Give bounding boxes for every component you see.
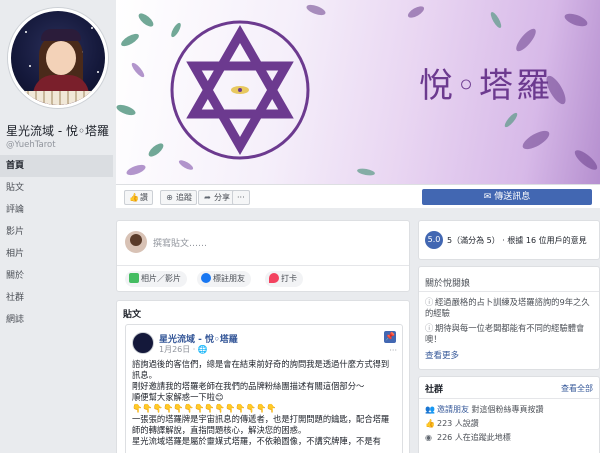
photo-icon [129, 273, 139, 283]
photo-video-button[interactable]: 相片／影片 [125, 271, 187, 287]
post-composer: 撰寫貼文…… 相片／影片 標註朋友 打卡 [116, 220, 410, 292]
likes-count: 223 人說讚 [437, 419, 479, 428]
nav-item-community[interactable]: 社群 [0, 287, 113, 309]
nav-item-blog[interactable]: 網誌 [0, 309, 113, 331]
like-label: 讚 [140, 193, 148, 202]
post-body: 諮詢過後的客信們，總是會在結束前好奇的詢問我是透過什麼方式得到訊息。 剛好邀請我… [132, 359, 396, 447]
composer-avatar [125, 231, 147, 253]
share-icon: ➦ [204, 193, 211, 202]
nav-item-posts[interactable]: 貼文 [0, 177, 113, 199]
post-paragraph: 星光流域塔羅是屬於靈媒式塔羅，不依賴圖像，不講究牌陣，不是有 [132, 436, 381, 446]
check-in-label: 打卡 [281, 274, 297, 283]
see-more-link[interactable]: 查看更多 [425, 349, 459, 361]
post-paragraph: 👇👇👇👇👇👇👇👇👇👇👇👇👇👇 [132, 403, 277, 413]
page-handle[interactable]: @YuehTarot [6, 140, 56, 150]
post-paragraph: 順便幫大家解惑一下啦😊 [132, 392, 224, 402]
share-label: 分享 [214, 193, 230, 202]
photo-video-label: 相片／影片 [141, 274, 181, 283]
nav-item-photos[interactable]: 相片 [0, 243, 113, 265]
messenger-icon: ✉ [483, 192, 495, 202]
invite-friends-icon: 👥 [425, 405, 435, 414]
post-paragraph: 諮詢過後的客信們，總是會在結束前好奇的詢問我是透過什麼方式得到訊息。 [132, 359, 390, 380]
rating-score-badge: 5.0 [425, 231, 443, 249]
pinned-post-icon: 📌 [384, 331, 396, 343]
about-row: ⓘ 經過嚴格的占卜訓練及塔羅諮詢的9年之久的經驗 [425, 297, 595, 319]
post-card: 星光流域 - 悅◦塔羅 1月26日 · 🌐 📌 ··· 諮詢過後的客信們，總是會… [125, 324, 403, 453]
rating-card[interactable]: 5.0 5（滿分為 5） · 根據 16 位用戶的意見 [418, 220, 600, 260]
posts-heading: 貼文 [123, 310, 142, 320]
post-paragraph: 剛好邀請我的塔羅老師在我們的品牌粉絲團描述有關這個部分～ [132, 381, 365, 391]
post-paragraph: 一張張的塔羅牌是宇宙訊息的傳遞者，也是打開問題的鑰匙，配合塔羅師的轉譯解說，直指… [132, 414, 390, 435]
tag-friends-label: 標註朋友 [213, 274, 245, 283]
info-icon: ⓘ [425, 323, 434, 333]
page-nav: 首頁 貼文 評論 影片 相片 關於 社群 網誌 [0, 155, 113, 331]
about-row-text: 期待與每一位老闆都能有不同的經驗體會噢！ [425, 323, 585, 344]
left-sidebar: 星光流域 - 悅◦塔羅 @YuehTarot 首頁 貼文 評論 影片 相片 關於… [0, 0, 113, 453]
location-pin-icon [269, 273, 279, 283]
likes-count-row: 👍 223 人說讚 [425, 418, 479, 429]
nav-item-reviews[interactable]: 評論 [0, 199, 113, 221]
about-card: 關於悅閱娘 ⓘ 經過嚴格的占卜訓練及塔羅諮詢的9年之久的經驗 ⓘ 期待與每一位老闆都… [418, 266, 600, 370]
followers-icon: ◉ [425, 433, 432, 442]
posts-section: 貼文 星光流域 - 悅◦塔羅 1月26日 · 🌐 📌 ··· 諮詢過後的客信們，… [116, 300, 410, 453]
cover-photo[interactable]: 悅◦塔羅 [116, 0, 600, 184]
follow-label: 追蹤 [176, 193, 192, 202]
community-card: 社群 查看全部 👥 邀請朋友 對這個粉絲專頁按讚 👍 223 人說讚 ◉ 226 人在… [418, 376, 600, 453]
nav-item-home[interactable]: 首頁 [0, 155, 113, 177]
like-button[interactable]: 👍讚 [124, 190, 153, 205]
about-heading: 關於悅閱娘 [425, 279, 471, 289]
page-name[interactable]: 星光流域 - 悅◦塔羅 [6, 122, 109, 139]
composer-divider [117, 265, 409, 266]
about-row-text: 經過嚴格的占卜訓練及塔羅諮詢的9年之久的經驗 [425, 297, 590, 318]
followers-count: 226 人在追蹤此地標 [437, 433, 511, 442]
thumbs-up-icon: 👍 [129, 193, 139, 202]
post-date[interactable]: 1月26日 · 🌐 [159, 344, 208, 355]
nav-item-videos[interactable]: 影片 [0, 221, 113, 243]
more-button[interactable]: ··· [232, 190, 250, 205]
page-profile-picture[interactable] [8, 8, 108, 108]
see-all-link[interactable]: 查看全部 [561, 383, 593, 394]
page-action-bar: 👍讚 ⊕ 追蹤 ➦ 分享 ··· ✉ 傳送訊息 [116, 184, 600, 208]
composer-input[interactable]: 撰寫貼文…… [153, 236, 207, 249]
tag-friends-button[interactable]: 標註朋友 [197, 271, 251, 287]
post-author-avatar[interactable] [132, 332, 154, 354]
invite-friends-suffix: 對這個粉絲專頁按讚 [471, 405, 544, 414]
tag-friends-icon [201, 273, 211, 283]
community-divider [419, 398, 599, 399]
send-message-label: 傳送訊息 [494, 192, 531, 202]
thumbs-up-icon: 👍 [425, 419, 435, 428]
cover-title: 悅◦塔羅 [419, 66, 554, 106]
share-button[interactable]: ➦ 分享 [198, 190, 235, 205]
info-icon: ⓘ [425, 297, 434, 307]
rating-summary: 5（滿分為 5） · 根據 16 位用戶的意見 [447, 236, 587, 245]
follow-icon: ⊕ [166, 193, 173, 202]
send-message-button[interactable]: ✉ 傳送訊息 [422, 189, 592, 205]
community-heading: 社群 [425, 385, 444, 395]
invite-friends-row: 👥 邀請朋友 對這個粉絲專頁按讚 [425, 404, 544, 415]
follow-button[interactable]: ⊕ 追蹤 [160, 190, 197, 205]
nav-item-about[interactable]: 關於 [0, 265, 113, 287]
about-divider [419, 291, 599, 292]
about-row: ⓘ 期待與每一位老闆都能有不同的經驗體會噢！ [425, 323, 595, 345]
invite-friends-link[interactable]: 邀請朋友 [437, 405, 469, 414]
followers-count-row: ◉ 226 人在追蹤此地標 [425, 432, 511, 443]
check-in-button[interactable]: 打卡 [265, 271, 303, 287]
post-options-button[interactable]: ··· [389, 346, 397, 355]
